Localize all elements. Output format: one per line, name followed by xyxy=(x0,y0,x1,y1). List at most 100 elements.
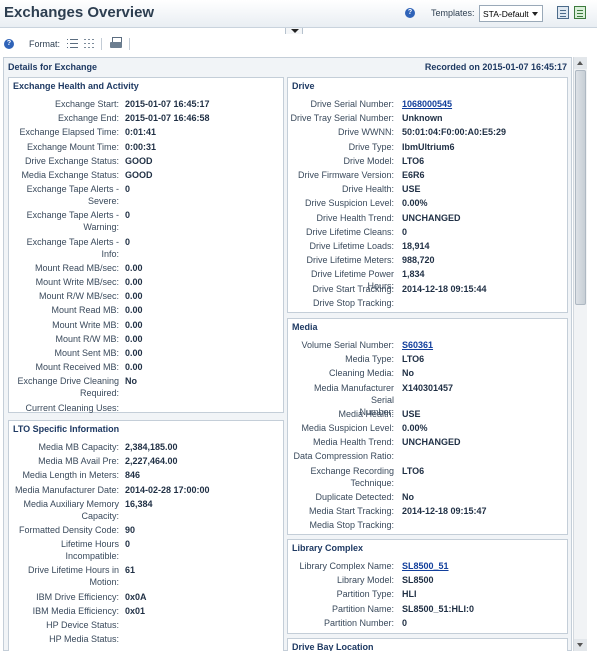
chevron-down-icon xyxy=(532,12,538,16)
detail-label: Media MB Avail Pre: xyxy=(11,455,119,467)
detail-label-line: Formatted Density Code: xyxy=(18,525,119,535)
detail-value: SL8500_51:HLI:0 xyxy=(402,603,475,614)
scroll-down-arrow[interactable] xyxy=(574,639,587,651)
detail-value: 0 xyxy=(125,539,131,550)
detail-label: HP Device Status: xyxy=(11,619,119,631)
details-title: Details for Exchange xyxy=(8,62,98,72)
panel-title: Media xyxy=(292,322,318,332)
detail-value: LTO6 xyxy=(402,155,425,166)
detail-label-line: Lifetime Hours xyxy=(60,539,119,550)
detail-value: 61 xyxy=(125,565,136,576)
detail-value: 2015-01-07 16:45:17 xyxy=(125,99,210,109)
detail-label-line: Exchange Drive Cleaning xyxy=(17,376,119,387)
help-icon[interactable]: ? xyxy=(405,8,415,18)
detail-value: 0.00 xyxy=(125,319,143,330)
detail-label-line: Technique: xyxy=(350,477,394,488)
detail-label: Drive WWNN: xyxy=(290,126,394,138)
detail-label-line: Media Exchange Status: xyxy=(21,170,119,180)
detail-label: Mount Received MB: xyxy=(11,361,119,373)
detail-label: Exchange Drive Cleaning Required: xyxy=(11,375,119,399)
grid-format-icon[interactable] xyxy=(84,39,95,48)
detail-label-line: Mount Read MB: xyxy=(51,305,119,316)
detail-label: Drive Start Tracking: xyxy=(290,283,394,295)
detail-value: 16,384 xyxy=(125,498,153,509)
detail-label-line: Data Compression Ratio: xyxy=(293,451,394,462)
detail-label: Mount Write MB/sec: xyxy=(11,276,119,288)
detail-label: IBM Media Efficiency: xyxy=(11,605,119,617)
detail-label-line: Drive Lifetime Hours in xyxy=(27,565,119,576)
drive-bay-panel: Drive Bay Location xyxy=(287,638,568,651)
vertical-scrollbar[interactable] xyxy=(573,57,587,651)
panel-title: Drive Bay Location xyxy=(292,642,374,651)
detail-label: Mount Write MB: xyxy=(11,319,119,331)
scroll-up-arrow[interactable] xyxy=(574,57,587,69)
detail-value: 18,914 xyxy=(402,241,430,251)
detail-label-line: Drive Tray Serial Number: xyxy=(290,113,394,124)
detail-label: Exchange Elapsed Time: xyxy=(11,126,119,138)
detail-label: Drive Model: xyxy=(290,155,394,167)
detail-label: Drive Tray Serial Number: xyxy=(290,112,394,124)
detail-label: Formatted Density Code: xyxy=(11,524,119,536)
panel-title: Drive xyxy=(292,81,315,91)
detail-label-line: Required: xyxy=(79,388,119,399)
detail-label-line: Media Auxiliary Memory xyxy=(23,498,119,509)
detail-value: 0:01:41 xyxy=(125,127,157,138)
detail-label-line: Media Stop Tracking: xyxy=(309,520,394,531)
detail-value: 0:00:31 xyxy=(125,141,157,152)
detail-label-line: Drive WWNN: xyxy=(338,127,394,138)
detail-label: Exchange Tape Alerts - Severe: xyxy=(11,183,119,207)
detail-label: Mount R/W MB: xyxy=(11,333,119,345)
detail-label-line: Exchange Elapsed Time: xyxy=(19,127,119,138)
detail-label: Drive Firmware Version: xyxy=(290,169,394,181)
template-select[interactable]: STA-Default xyxy=(479,5,543,22)
detail-link[interactable]: SL8500_51 xyxy=(402,560,449,572)
detail-label: Exchange Tape Alerts - Warning: xyxy=(11,209,119,233)
detail-value: E6R6 xyxy=(402,170,425,180)
detail-label: Current Cleaning Uses: xyxy=(11,402,119,414)
detail-label-line: Media Suspicion Level: xyxy=(301,423,394,433)
detail-label: Exchange Recording Technique: xyxy=(290,465,394,489)
detail-label: Drive Serial Number: xyxy=(290,98,394,110)
detail-label-line: Mount Sent MB: xyxy=(54,348,119,358)
detail-label: Drive Lifetime Loads: xyxy=(290,240,394,252)
detail-label: Exchange Start: xyxy=(11,98,119,110)
detail-label: Data Compression Ratio: xyxy=(290,450,394,462)
detail-label-line: Media Health: xyxy=(338,408,394,419)
detail-label-line: Mount R/W MB: xyxy=(55,333,119,344)
detail-value: 0.00 xyxy=(125,291,143,302)
detail-label: Mount Sent MB: xyxy=(11,347,119,359)
manage-templates-icon[interactable] xyxy=(557,6,569,19)
detail-label-line: Severe: xyxy=(87,196,119,207)
detail-label-line: Drive Exchange Status: xyxy=(24,155,119,166)
recorded-timestamp: Recorded on 2015-01-07 16:45:17 xyxy=(424,62,567,72)
detail-value: 0 xyxy=(125,210,131,221)
detail-label-line: Mount Write MB: xyxy=(52,319,119,330)
detail-value: 988,720 xyxy=(402,255,435,266)
list-format-icon[interactable] xyxy=(67,39,78,48)
detail-label: Exchange Tape Alerts - Info: xyxy=(11,236,119,260)
help-icon[interactable]: ? xyxy=(4,39,14,49)
detail-label-line: Drive Type: xyxy=(348,141,394,152)
template-select-value: STA-Default xyxy=(483,9,529,19)
scrollbar-thumb[interactable] xyxy=(575,70,586,305)
detail-link[interactable]: S60361 xyxy=(402,339,433,351)
detail-label-line: Drive Health Trend: xyxy=(316,212,394,223)
detail-link[interactable]: 1068000545 xyxy=(402,98,452,110)
panel-title: Library Complex xyxy=(292,543,364,553)
detail-label: Media Health Trend: xyxy=(290,436,394,448)
templates-label: Templates: xyxy=(431,8,475,18)
toolbar: ? Format: xyxy=(0,34,597,56)
detail-label: Drive Stop Tracking: xyxy=(290,297,394,309)
detail-value: 0.00% xyxy=(402,423,428,433)
export-icon[interactable] xyxy=(574,6,586,19)
detail-label: Library Model: xyxy=(290,574,394,586)
detail-value: GOOD xyxy=(125,170,153,180)
detail-label-line: Exchange Tape Alerts - xyxy=(26,210,119,221)
detail-label-line: Exchange End: xyxy=(57,113,119,124)
detail-label: Partition Name: xyxy=(290,603,394,615)
print-icon[interactable] xyxy=(110,37,122,49)
detail-value: X140301457 xyxy=(402,382,454,393)
detail-label-line: Library Complex Name: xyxy=(299,561,394,571)
detail-value: UNCHANGED xyxy=(402,212,461,223)
detail-label: Lifetime Hours Incompatible: xyxy=(11,538,119,562)
